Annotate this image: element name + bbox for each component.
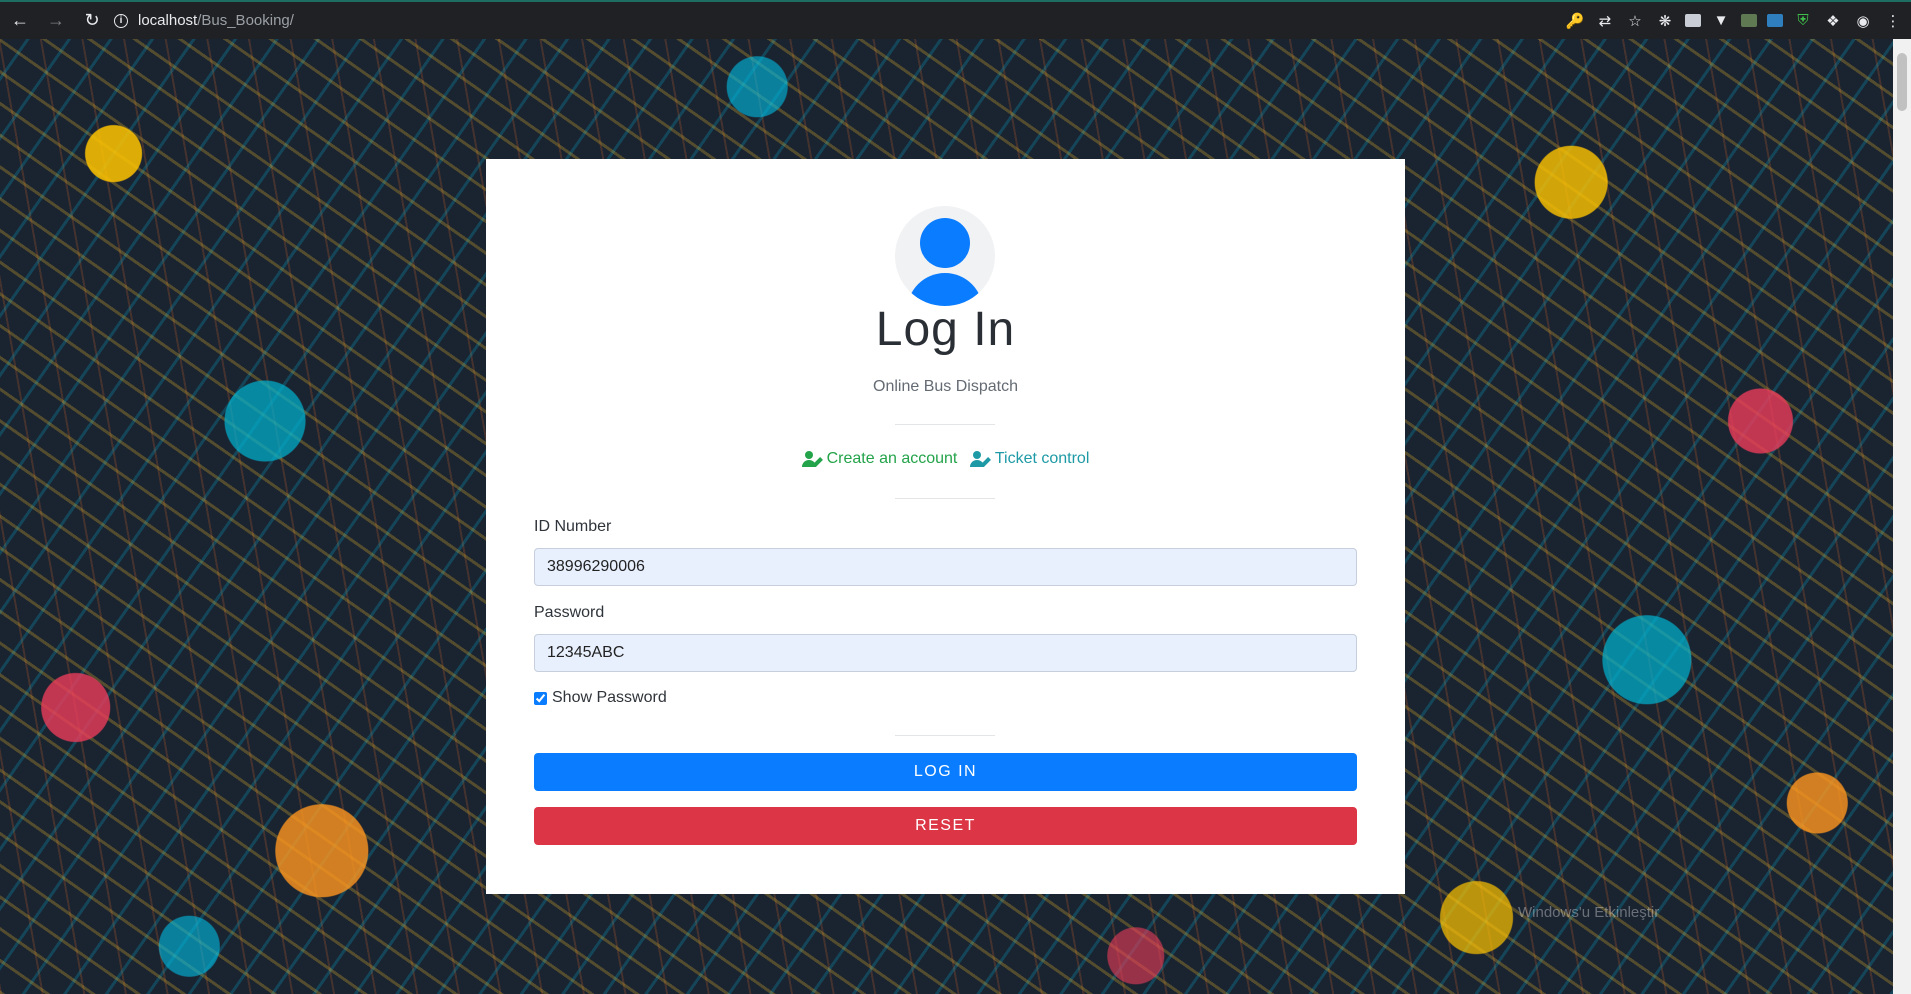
user-avatar-icon xyxy=(895,206,995,306)
create-account-link[interactable]: Create an account xyxy=(801,450,958,468)
extensions-bar: 🔑 ⇄ ☆ ❋ ▼ ⛨ ❖ ◉ ⋮ xyxy=(1565,2,1903,39)
page-subtitle: Online Bus Dispatch xyxy=(873,378,1018,395)
show-password-toggle[interactable]: Show Password xyxy=(534,689,667,707)
user-edit-icon xyxy=(969,451,992,467)
extension-gear-icon[interactable]: ❋ xyxy=(1655,11,1675,31)
divider xyxy=(895,498,995,499)
show-password-label: Show Password xyxy=(552,689,667,706)
id-number-label: ID Number xyxy=(534,518,612,535)
reset-button[interactable]: RESET xyxy=(534,807,1357,845)
divider xyxy=(895,735,995,736)
watermark-line: Windows'u Etkinleştir xyxy=(1518,904,1660,921)
scrollbar-thumb[interactable] xyxy=(1897,53,1907,111)
url-host: localhost xyxy=(138,12,198,29)
url-path: /Bus_Booking/ xyxy=(197,12,294,29)
extension-v-icon[interactable]: ▼ xyxy=(1711,11,1731,31)
password-input[interactable] xyxy=(534,634,1357,672)
login-card: Log In Online Bus Dispatch Create an acc… xyxy=(486,159,1405,894)
login-button[interactable]: LOG IN xyxy=(534,753,1357,791)
id-number-input[interactable] xyxy=(534,548,1357,586)
extension-image-icon[interactable] xyxy=(1741,14,1757,27)
create-account-label: Create an account xyxy=(826,450,958,467)
back-icon[interactable]: ← xyxy=(4,5,36,37)
ticket-control-label: Ticket control xyxy=(994,450,1090,467)
forward-icon[interactable]: → xyxy=(40,5,72,37)
divider xyxy=(895,424,995,425)
profile-icon[interactable]: ◉ xyxy=(1853,11,1873,31)
account-links: Create an account Ticket control xyxy=(486,450,1405,472)
translate-icon[interactable]: ⇄ xyxy=(1595,11,1615,31)
show-password-checkbox[interactable] xyxy=(534,691,547,705)
info-icon[interactable]: i xyxy=(114,13,128,28)
extension-window-icon[interactable] xyxy=(1685,14,1701,27)
scrollbar[interactable] xyxy=(1893,39,1911,994)
extension-screen-icon[interactable] xyxy=(1767,14,1783,27)
reload-icon[interactable]: ↻ xyxy=(76,5,108,37)
user-edit-icon xyxy=(801,451,824,467)
puzzle-icon[interactable]: ❖ xyxy=(1823,11,1843,31)
page-title: Log In xyxy=(875,303,1016,356)
shield-icon[interactable]: ⛨ xyxy=(1793,11,1813,31)
password-label: Password xyxy=(534,604,605,621)
address-bar[interactable]: i localhost/Bus_Booking/ xyxy=(114,6,1514,36)
activation-watermark: Windows'u Etkinleştir xyxy=(1518,903,1659,923)
star-icon[interactable]: ☆ xyxy=(1625,11,1645,31)
ticket-control-link[interactable]: Ticket control xyxy=(969,450,1090,468)
browser-toolbar: ← → ↻ i localhost/Bus_Booking/ 🔑 ⇄ ☆ ❋ ▼… xyxy=(0,0,1911,39)
key-icon[interactable]: 🔑 xyxy=(1565,11,1585,31)
menu-kebab-icon[interactable]: ⋮ xyxy=(1883,11,1903,31)
